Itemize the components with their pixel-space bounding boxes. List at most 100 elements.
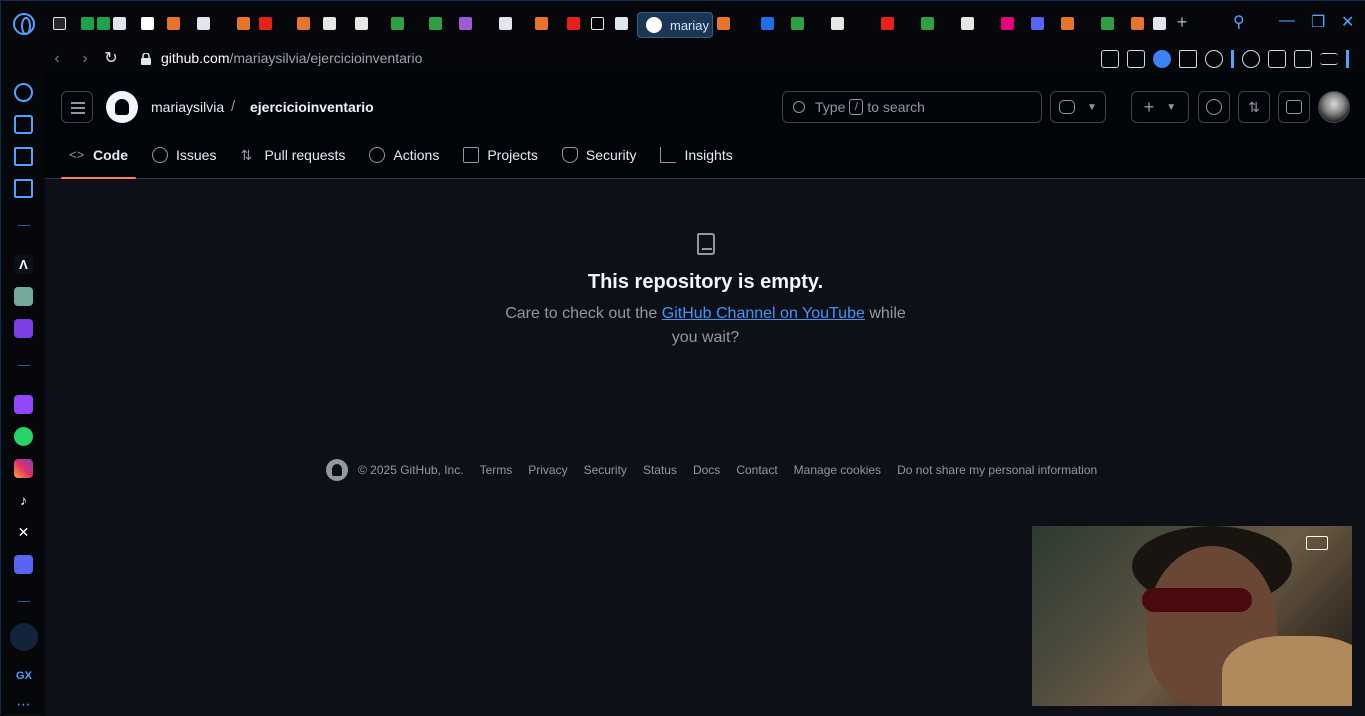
- minimize-icon[interactable]: —: [1279, 12, 1295, 30]
- tab-actions[interactable]: Actions: [361, 137, 447, 173]
- gamepad-icon[interactable]: [53, 17, 66, 30]
- camera-icon[interactable]: [1127, 50, 1145, 68]
- hamburger-icon: [71, 102, 85, 104]
- footer-link-status[interactable]: Status: [643, 463, 677, 477]
- back-to-tab-icon[interactable]: [1306, 536, 1328, 550]
- tab-insights[interactable]: Insights: [652, 137, 740, 173]
- opera-gx-logo-icon[interactable]: [13, 13, 35, 35]
- footer-link-privacy[interactable]: Privacy: [528, 463, 567, 477]
- tab-favicon-icon[interactable]: [97, 17, 110, 30]
- tab-favicon-icon[interactable]: [535, 17, 548, 30]
- edit-icon[interactable]: [1101, 50, 1119, 68]
- tab-favicon-icon[interactable]: [297, 17, 310, 30]
- pinboard-icon[interactable]: [10, 623, 38, 651]
- tab-favicon-icon[interactable]: [717, 17, 730, 30]
- github-logo-icon[interactable]: [106, 91, 138, 123]
- more-icon[interactable]: ⋯: [14, 697, 33, 716]
- x-twitter-icon[interactable]: ✕: [14, 523, 33, 542]
- tab-favicon-icon[interactable]: [499, 17, 512, 30]
- tab-projects[interactable]: Projects: [455, 137, 546, 173]
- create-new-button[interactable]: + ▼: [1131, 91, 1189, 123]
- tab-pull-requests[interactable]: ⇅ Pull requests: [232, 137, 353, 173]
- tab-favicon-icon[interactable]: [761, 17, 774, 30]
- tab-issues[interactable]: Issues: [144, 137, 224, 173]
- close-window-icon[interactable]: ✕: [1341, 12, 1354, 32]
- tab-favicon-icon[interactable]: [113, 17, 126, 30]
- breadcrumb-repo[interactable]: ejercicioinventario: [250, 99, 374, 115]
- tiktok-icon[interactable]: ♪: [14, 491, 33, 510]
- breadcrumb-owner[interactable]: mariaysilvia: [151, 99, 224, 115]
- tab-favicon-icon[interactable]: [1153, 17, 1166, 30]
- messenger-icon[interactable]: [14, 319, 33, 338]
- youtube-channel-link[interactable]: GitHub Channel on YouTube: [662, 305, 865, 322]
- tab-code[interactable]: <> Code: [61, 137, 136, 179]
- chatgpt-icon[interactable]: [14, 287, 33, 306]
- discord-icon[interactable]: [14, 555, 33, 574]
- tab-favicon-icon[interactable]: [237, 17, 250, 30]
- menu-button[interactable]: [61, 91, 93, 123]
- avatar[interactable]: [1318, 91, 1350, 123]
- tab-favicon-icon[interactable]: [921, 17, 934, 30]
- github-mark-icon[interactable]: [326, 459, 348, 481]
- footer-link-contact[interactable]: Contact: [736, 463, 777, 477]
- tab-favicon-icon[interactable]: [429, 17, 442, 30]
- tab-favicon-icon[interactable]: [81, 17, 94, 30]
- gx-label[interactable]: GX: [13, 667, 35, 686]
- whatsapp-icon[interactable]: [14, 427, 33, 446]
- tab-favicon-icon[interactable]: [1131, 17, 1144, 30]
- instagram-icon[interactable]: [14, 459, 33, 478]
- url-field[interactable]: github.com /mariaysilvia/ejercicioinvent…: [141, 50, 422, 66]
- aria-icon[interactable]: Λ: [14, 255, 33, 274]
- tab-favicon-icon[interactable]: [355, 17, 368, 30]
- tab-favicon-icon[interactable]: [791, 17, 804, 30]
- vpn-shield-icon[interactable]: [1153, 50, 1171, 68]
- footer-link-docs[interactable]: Docs: [693, 463, 720, 477]
- footer-link-security[interactable]: Security: [584, 463, 627, 477]
- new-tab-button[interactable]: +: [1173, 13, 1191, 32]
- profile-icon[interactable]: [1242, 50, 1260, 68]
- footer-link-do-not-share[interactable]: Do not share my personal information: [897, 463, 1097, 477]
- tab-favicon-icon[interactable]: [323, 17, 336, 30]
- forward-icon[interactable]: ›: [75, 49, 95, 69]
- search-tabs-icon[interactable]: ⚲: [1233, 12, 1245, 32]
- gx-cleaner-icon[interactable]: [14, 147, 33, 166]
- twitch-icon[interactable]: [14, 395, 33, 414]
- tab-favicon-icon[interactable]: [1001, 17, 1014, 30]
- issues-button[interactable]: [1198, 91, 1230, 123]
- downloads-icon[interactable]: [1268, 50, 1286, 68]
- tab-security[interactable]: Security: [554, 137, 645, 173]
- copilot-button[interactable]: ▼: [1050, 91, 1106, 123]
- tab-favicon-icon[interactable]: [881, 17, 894, 30]
- youtube-icon[interactable]: [567, 17, 580, 30]
- tab-favicon-icon[interactable]: [459, 17, 472, 30]
- tab-favicon-icon[interactable]: [961, 17, 974, 30]
- footer-link-manage-cookies[interactable]: Manage cookies: [794, 463, 881, 477]
- tab-favicon-icon[interactable]: [167, 17, 180, 30]
- inbox-button[interactable]: [1278, 91, 1310, 123]
- video-popout[interactable]: [1032, 526, 1352, 706]
- gx-mods-icon[interactable]: [14, 179, 33, 198]
- easy-setup-icon[interactable]: [1320, 53, 1338, 65]
- tab-favicon-icon[interactable]: [831, 17, 844, 30]
- tab-favicon-icon[interactable]: [1031, 17, 1044, 30]
- tab-favicon-icon[interactable]: [391, 17, 404, 30]
- speaker-icon[interactable]: [591, 17, 604, 30]
- speed-dial-icon[interactable]: [14, 83, 33, 102]
- gx-control-icon[interactable]: [14, 115, 33, 134]
- pull-requests-button[interactable]: ⇅: [1238, 91, 1270, 123]
- tab-favicon-icon[interactable]: [141, 17, 154, 30]
- battery-saver-icon[interactable]: [1294, 50, 1312, 68]
- tab-favicon-icon[interactable]: [1061, 17, 1074, 30]
- heart-icon[interactable]: [1205, 50, 1223, 68]
- search-input[interactable]: Type / to search: [782, 91, 1042, 123]
- back-icon[interactable]: ‹: [47, 49, 67, 69]
- tab-favicon-icon[interactable]: [1101, 17, 1114, 30]
- maximize-icon[interactable]: ❐: [1311, 12, 1325, 32]
- active-tab[interactable]: mariay: [637, 12, 713, 38]
- footer-link-terms[interactable]: Terms: [480, 463, 513, 477]
- send-icon[interactable]: [1179, 50, 1197, 68]
- tab-favicon-icon[interactable]: [197, 17, 210, 30]
- tab-favicon-icon[interactable]: [259, 17, 272, 30]
- reload-icon[interactable]: ↻: [101, 49, 121, 69]
- tab-favicon-icon[interactable]: [615, 17, 628, 30]
